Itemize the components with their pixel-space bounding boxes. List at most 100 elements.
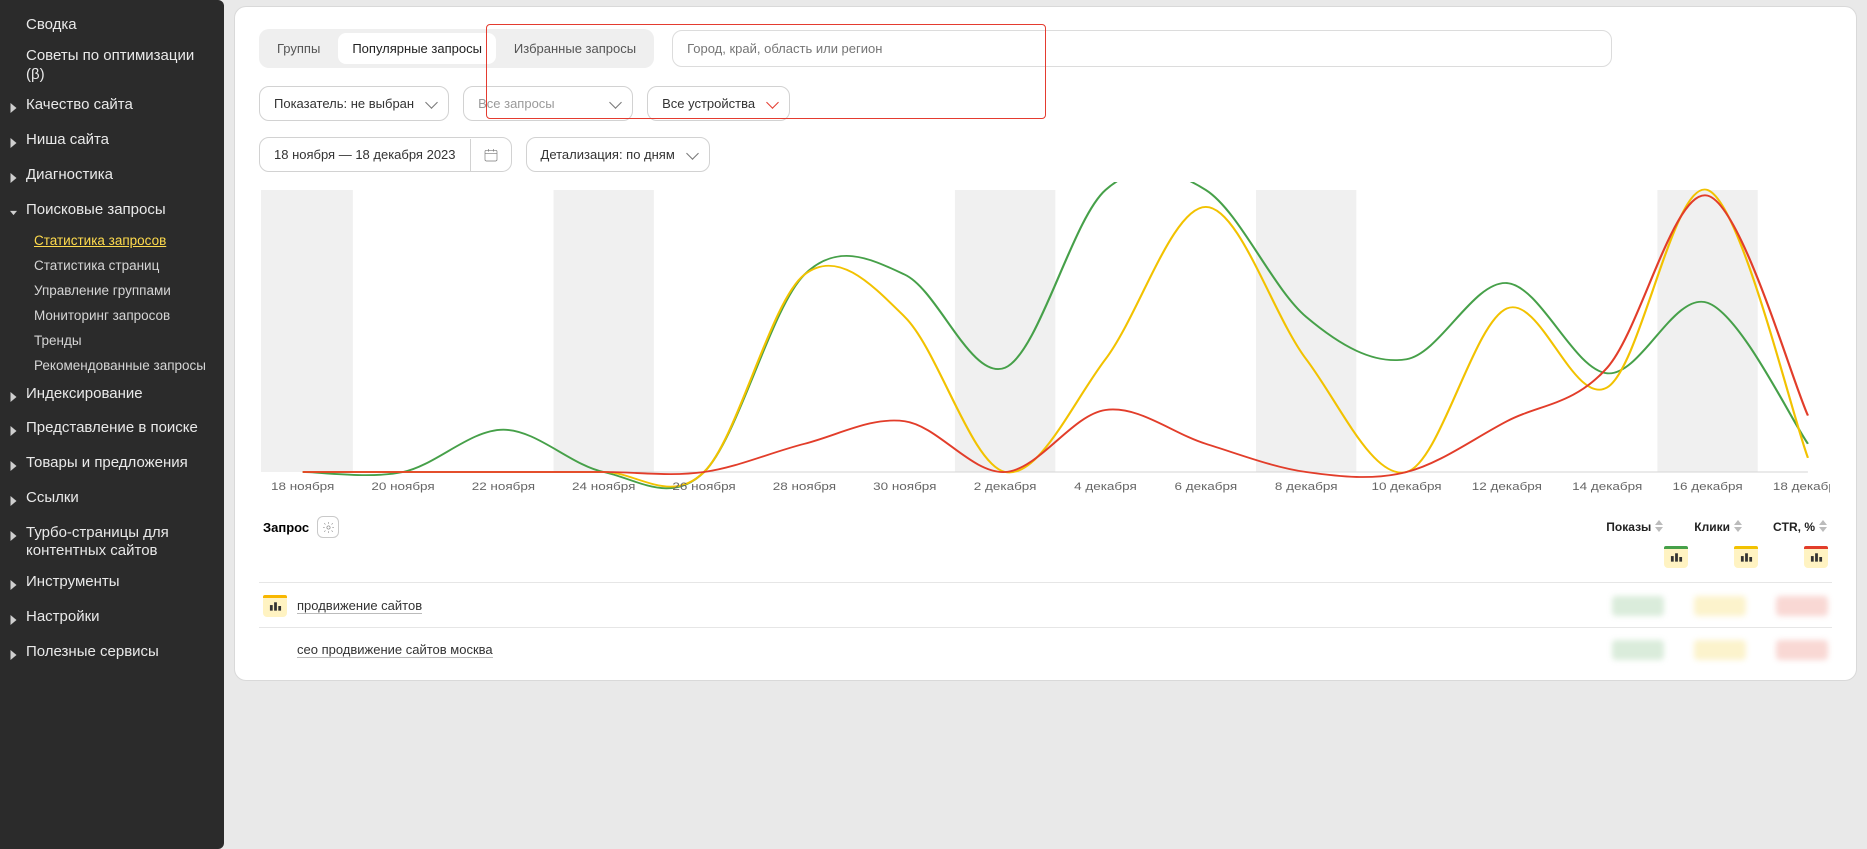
- nav-links[interactable]: Ссылки: [0, 483, 224, 518]
- column-header[interactable]: Показы: [1606, 520, 1664, 535]
- svg-text:24 ноября: 24 ноября: [572, 480, 635, 493]
- metric-cell: [1612, 596, 1664, 616]
- tab-favorite-queries[interactable]: Избранные запросы: [500, 33, 650, 64]
- nav-optimization-tips[interactable]: Советы по оптимизации (β): [0, 41, 224, 91]
- nav-label: Ссылки: [20, 489, 79, 508]
- chart: 18 ноября20 ноября22 ноября24 ноября26 н…: [261, 182, 1830, 502]
- nav-useful-services[interactable]: Полезные сервисы: [0, 637, 224, 672]
- table-row: сео продвижение сайтов москва: [259, 627, 1832, 670]
- table-row: продвижение сайтов: [259, 582, 1832, 627]
- panel: Группы Популярные запросы Избранные запр…: [234, 6, 1857, 681]
- nav-tools[interactable]: Инструменты: [0, 567, 224, 602]
- nav-search-appearance[interactable]: Представление в поиске: [0, 413, 224, 448]
- svg-text:8 декабря: 8 декабря: [1275, 480, 1338, 493]
- nav-summary[interactable]: Сводка: [0, 10, 224, 41]
- mini-chart-button[interactable]: [1804, 546, 1828, 568]
- sub-query-monitoring[interactable]: Мониторинг запросов: [0, 304, 224, 329]
- nav-label: Турбо-страницы для контентных сайтов: [20, 524, 212, 562]
- sub-group-management[interactable]: Управление группами: [0, 279, 224, 304]
- query-text[interactable]: продвижение сайтов: [297, 598, 422, 614]
- nav-label: Советы по оптимизации (β): [20, 47, 212, 85]
- nav-site-quality[interactable]: Качество сайта: [0, 90, 224, 125]
- nav-label: Инструменты: [20, 573, 120, 592]
- nav-diagnostics[interactable]: Диагностика: [0, 160, 224, 195]
- date-range-text: 18 ноября — 18 декабря 2023: [260, 138, 470, 171]
- nav-label: Поисковые запросы: [20, 201, 166, 220]
- mini-chart-button[interactable]: [1664, 546, 1688, 568]
- tab-popular-queries[interactable]: Популярные запросы: [338, 33, 496, 64]
- nav-label: Качество сайта: [20, 96, 133, 115]
- chevron-right-icon: [10, 577, 20, 596]
- region-input[interactable]: [672, 30, 1612, 67]
- chevron-right-icon: [10, 458, 20, 477]
- chevron-right-icon: [10, 100, 20, 119]
- nav-settings[interactable]: Настройки: [0, 602, 224, 637]
- svg-text:6 декабря: 6 декабря: [1175, 480, 1238, 493]
- chevron-right-icon: [10, 528, 20, 547]
- sub-recommended-queries[interactable]: Рекомендованные запросы: [0, 354, 224, 379]
- svg-text:14 декабря: 14 декабря: [1572, 480, 1642, 493]
- series-color-indicator: [1804, 546, 1828, 549]
- series-color-indicator: [1664, 546, 1688, 549]
- svg-text:18 декабря: 18 декабря: [1773, 480, 1830, 493]
- chevron-right-icon: [10, 423, 20, 442]
- nav-label: Товары и предложения: [20, 454, 188, 473]
- chevron-down-icon: [10, 205, 20, 224]
- svg-text:12 декабря: 12 декабря: [1472, 480, 1542, 493]
- nav-search-queries[interactable]: Поисковые запросы: [0, 195, 224, 230]
- date-range-picker[interactable]: 18 ноября — 18 декабря 2023: [259, 137, 512, 172]
- chevron-right-icon: [10, 389, 20, 408]
- nav-label: Настройки: [20, 608, 100, 627]
- chevron-right-icon: [10, 493, 20, 512]
- metric-cell: [1694, 640, 1746, 660]
- chevron-right-icon: [10, 612, 20, 631]
- sub-page-statistics[interactable]: Статистика страниц: [0, 254, 224, 279]
- sub-trends[interactable]: Тренды: [0, 329, 224, 354]
- column-label: Показы: [1606, 520, 1651, 534]
- nav-label: Сводка: [20, 16, 77, 35]
- column-header[interactable]: Клики: [1694, 520, 1743, 535]
- svg-text:22 ноября: 22 ноября: [472, 480, 535, 493]
- svg-text:30 ноября: 30 ноября: [873, 480, 936, 493]
- svg-text:28 ноября: 28 ноября: [773, 480, 836, 493]
- sort-icon: [1651, 520, 1664, 535]
- indicator-select[interactable]: Показатель: не выбран: [259, 86, 449, 121]
- nav-indexing[interactable]: Индексирование: [0, 379, 224, 414]
- mini-chart-button[interactable]: [1734, 546, 1758, 568]
- query-text[interactable]: сео продвижение сайтов москва: [297, 642, 493, 658]
- row-chart-button[interactable]: [263, 595, 287, 617]
- sidebar: Сводка Советы по оптимизации (β) Качеств…: [0, 0, 224, 849]
- calendar-icon[interactable]: [470, 139, 511, 171]
- svg-text:26 ноября: 26 ноября: [672, 480, 735, 493]
- sub-query-statistics[interactable]: Статистика запросов: [0, 229, 224, 254]
- metric-cell: [1694, 596, 1746, 616]
- nav-products-offers[interactable]: Товары и предложения: [0, 448, 224, 483]
- chevron-right-icon: [10, 135, 20, 154]
- nav-turbo-pages[interactable]: Турбо-страницы для контентных сайтов: [0, 518, 224, 568]
- query-tabs: Группы Популярные запросы Избранные запр…: [259, 29, 654, 68]
- chevron-right-icon: [10, 647, 20, 666]
- series-color-indicator: [1734, 546, 1758, 549]
- queries-select[interactable]: Все запросы: [463, 86, 633, 121]
- table-settings-button[interactable]: [317, 516, 339, 538]
- sort-icon: [1815, 520, 1828, 535]
- svg-text:2 декабря: 2 декабря: [974, 480, 1037, 493]
- svg-text:18 ноября: 18 ноября: [271, 480, 334, 493]
- nav-site-niche[interactable]: Ниша сайта: [0, 125, 224, 160]
- devices-select[interactable]: Все устройства: [647, 86, 790, 121]
- metric-cell: [1612, 640, 1664, 660]
- svg-text:10 декабря: 10 декабря: [1371, 480, 1441, 493]
- main: Группы Популярные запросы Избранные запр…: [224, 0, 1867, 849]
- tab-groups[interactable]: Группы: [263, 33, 334, 64]
- detail-select[interactable]: Детализация: по дням: [526, 137, 710, 172]
- column-label: Клики: [1694, 520, 1730, 534]
- metric-cell: [1776, 596, 1828, 616]
- row-color-indicator: [263, 595, 287, 598]
- column-header[interactable]: CTR, %: [1773, 520, 1828, 535]
- nav-label: Представление в поиске: [20, 419, 198, 438]
- column-label: CTR, %: [1773, 520, 1815, 534]
- table-header: Запрос ПоказыКликиCTR, %: [259, 516, 1832, 538]
- metric-cell: [1776, 640, 1828, 660]
- svg-text:4 декабря: 4 декабря: [1074, 480, 1137, 493]
- svg-text:16 декабря: 16 декабря: [1673, 480, 1743, 493]
